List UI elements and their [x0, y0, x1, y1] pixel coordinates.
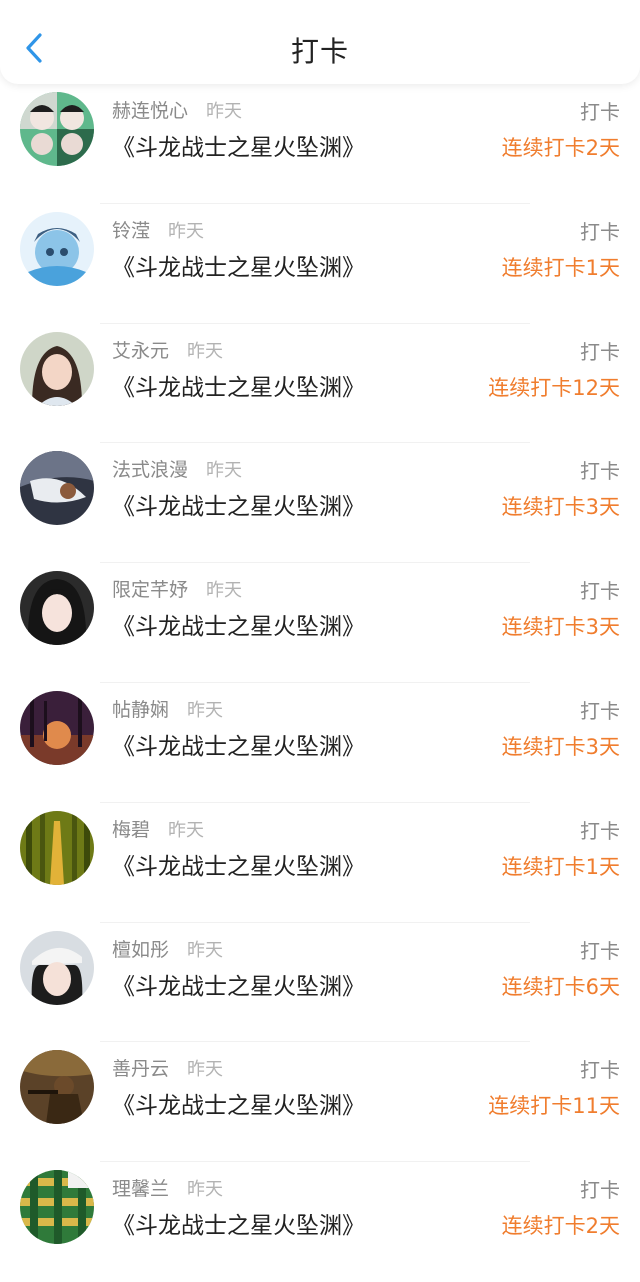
- checkin-list: 赫连悦心 昨天 《斗龙战士之星火坠渊》 打卡 连续打卡2天 铃滢 昨天 《斗龙战士之…: [0, 84, 640, 1282]
- user-name[interactable]: 檀如彤 昨天: [112, 935, 223, 962]
- timestamp: 昨天: [206, 580, 243, 602]
- book-title[interactable]: 《斗龙战士之星火坠渊》: [112, 128, 365, 162]
- avatar[interactable]: [20, 810, 94, 885]
- streak-label: 连续打卡3天: [501, 734, 620, 759]
- streak-label: 连续打卡2天: [501, 1214, 620, 1239]
- checkin-item[interactable]: 赫连悦心 昨天 《斗龙战士之星火坠渊》 打卡 连续打卡2天: [0, 84, 640, 204]
- timestamp: 昨天: [187, 939, 224, 961]
- checkin-item[interactable]: 艾永元 昨天 《斗龙战士之星火坠渊》 打卡 连续打卡12天: [0, 324, 640, 444]
- user-name[interactable]: 铃滢 昨天: [112, 216, 204, 243]
- action-label: 打卡: [580, 579, 620, 604]
- action-label: 打卡: [580, 339, 620, 364]
- top-bar: 打卡: [0, 0, 640, 84]
- book-title[interactable]: 《斗龙战士之星火坠渊》: [112, 368, 365, 402]
- avatar[interactable]: [20, 571, 94, 646]
- user-name[interactable]: 艾永元 昨天: [112, 336, 223, 363]
- timestamp: 昨天: [168, 819, 205, 841]
- streak-label: 连续打卡11天: [488, 1094, 620, 1119]
- user-name[interactable]: 理馨兰 昨天: [112, 1174, 223, 1201]
- streak-label: 连续打卡2天: [501, 136, 620, 160]
- action-label: 打卡: [580, 698, 620, 723]
- checkin-item[interactable]: 善丹云 昨天 《斗龙战士之星火坠渊》 打卡 连续打卡11天: [0, 1042, 640, 1163]
- book-title[interactable]: 《斗龙战士之星火坠渊》: [112, 1206, 365, 1240]
- avatar[interactable]: [20, 930, 94, 1005]
- checkin-item[interactable]: 帖静娴 昨天 《斗龙战士之星火坠渊》 打卡 连续打卡3天: [0, 683, 640, 803]
- checkin-item[interactable]: 限定芊妤 昨天 《斗龙战士之星火坠渊》 打卡 连续打卡3天: [0, 563, 640, 683]
- checkin-item[interactable]: 法式浪漫 昨天 《斗龙战士之星火坠渊》 打卡 连续打卡3天: [0, 443, 640, 564]
- book-title[interactable]: 《斗龙战士之星火坠渊》: [112, 607, 365, 641]
- user-name[interactable]: 法式浪漫 昨天: [112, 455, 242, 482]
- action-label: 打卡: [580, 219, 620, 244]
- timestamp: 昨天: [187, 1179, 224, 1201]
- checkin-item[interactable]: 檀如彤 昨天 《斗龙战士之星火坠渊》 打卡 连续打卡6天: [0, 923, 640, 1043]
- user-name[interactable]: 善丹云 昨天: [112, 1054, 223, 1081]
- page-title: 打卡: [290, 35, 349, 68]
- user-name[interactable]: 帖静娴 昨天: [112, 695, 223, 722]
- user-name[interactable]: 限定芊妤 昨天: [112, 575, 242, 602]
- avatar[interactable]: [20, 1050, 94, 1125]
- timestamp: 昨天: [206, 101, 243, 122]
- avatar[interactable]: [20, 92, 94, 166]
- avatar[interactable]: [20, 451, 94, 526]
- avatar[interactable]: [20, 211, 94, 286]
- streak-label: 连续打卡1天: [501, 255, 620, 280]
- user-name[interactable]: 赫连悦心 昨天: [112, 96, 242, 123]
- streak-label: 连续打卡3天: [501, 615, 620, 640]
- timestamp: 昨天: [187, 699, 224, 721]
- action-label: 打卡: [580, 938, 620, 963]
- user-name[interactable]: 梅碧 昨天: [112, 815, 204, 842]
- action-label: 打卡: [580, 1178, 620, 1203]
- book-title[interactable]: 《斗龙战士之星火坠渊》: [112, 248, 365, 282]
- timestamp: 昨天: [187, 340, 224, 362]
- checkin-item[interactable]: 铃滢 昨天 《斗龙战士之星火坠渊》 打卡 连续打卡1天: [0, 204, 640, 324]
- book-title[interactable]: 《斗龙战士之星火坠渊》: [112, 727, 365, 761]
- action-label: 打卡: [580, 459, 620, 484]
- avatar[interactable]: [20, 1170, 94, 1245]
- book-title[interactable]: 《斗龙战士之星火坠渊》: [112, 487, 365, 521]
- book-title[interactable]: 《斗龙战士之星火坠渊》: [112, 1086, 365, 1120]
- timestamp: 昨天: [168, 220, 205, 242]
- action-label: 打卡: [580, 100, 620, 124]
- timestamp: 昨天: [206, 460, 243, 482]
- book-title[interactable]: 《斗龙战士之星火坠渊》: [112, 967, 365, 1001]
- action-label: 打卡: [580, 1058, 620, 1083]
- action-label: 打卡: [580, 818, 620, 843]
- streak-label: 连续打卡1天: [501, 854, 620, 879]
- streak-label: 连续打卡6天: [501, 974, 620, 999]
- timestamp: 昨天: [187, 1059, 224, 1081]
- streak-label: 连续打卡12天: [488, 375, 620, 400]
- book-title[interactable]: 《斗龙战士之星火坠渊》: [112, 847, 365, 881]
- avatar[interactable]: [20, 690, 94, 765]
- checkin-item[interactable]: 梅碧 昨天 《斗龙战士之星火坠渊》 打卡 连续打卡1天: [0, 803, 640, 923]
- avatar[interactable]: [20, 331, 94, 406]
- streak-label: 连续打卡3天: [501, 495, 620, 520]
